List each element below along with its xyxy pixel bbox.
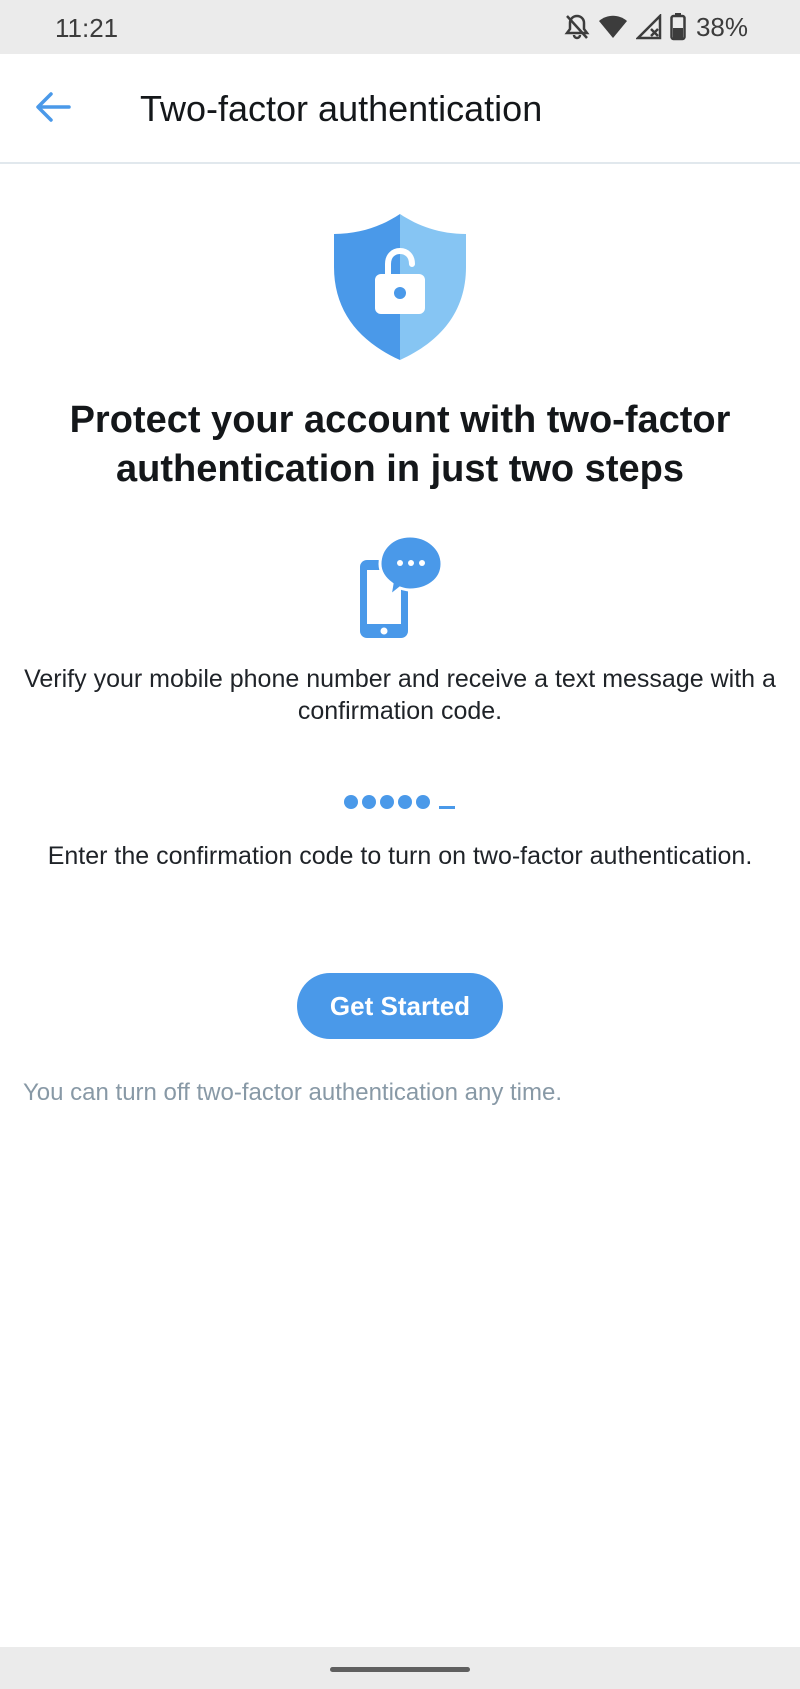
status-icons: 38% — [564, 12, 748, 42]
battery-icon — [670, 13, 686, 41]
confirmation-code-icon — [344, 794, 455, 809]
system-nav-bar — [0, 1647, 800, 1689]
get-started-button[interactable]: Get Started — [297, 973, 503, 1039]
code-dot — [380, 794, 394, 809]
status-time: 11:21 — [55, 13, 119, 43]
app-bar: Two-factor authentication — [0, 54, 800, 164]
headline: Protect your account with two-factor aut… — [69, 399, 731, 490]
battery-percentage: 38% — [695, 11, 748, 42]
home-gesture-handle[interactable] — [330, 1667, 470, 1672]
cellular-no-data-icon — [635, 14, 662, 40]
back-button[interactable] — [28, 84, 78, 134]
code-dot — [362, 794, 376, 809]
arrow-left-icon — [35, 91, 71, 128]
step-verify-text: Verify your mobile phone number and rece… — [24, 665, 776, 725]
phone-message-icon — [358, 534, 444, 645]
footnote: You can turn off two-factor authenticati… — [23, 1079, 562, 1106]
code-dot — [398, 794, 412, 809]
code-dot — [344, 794, 358, 809]
shield-unlocked-icon — [330, 212, 470, 367]
status-bar: 11:21 38% — [0, 0, 800, 54]
code-dot — [416, 794, 430, 809]
code-cursor — [439, 806, 455, 809]
page-title: Two-factor authentication — [140, 88, 543, 129]
wifi-icon — [598, 15, 628, 39]
notifications-off-icon — [564, 13, 590, 41]
step-enter-code-text: Enter the confirmation code to turn on t… — [47, 842, 753, 870]
